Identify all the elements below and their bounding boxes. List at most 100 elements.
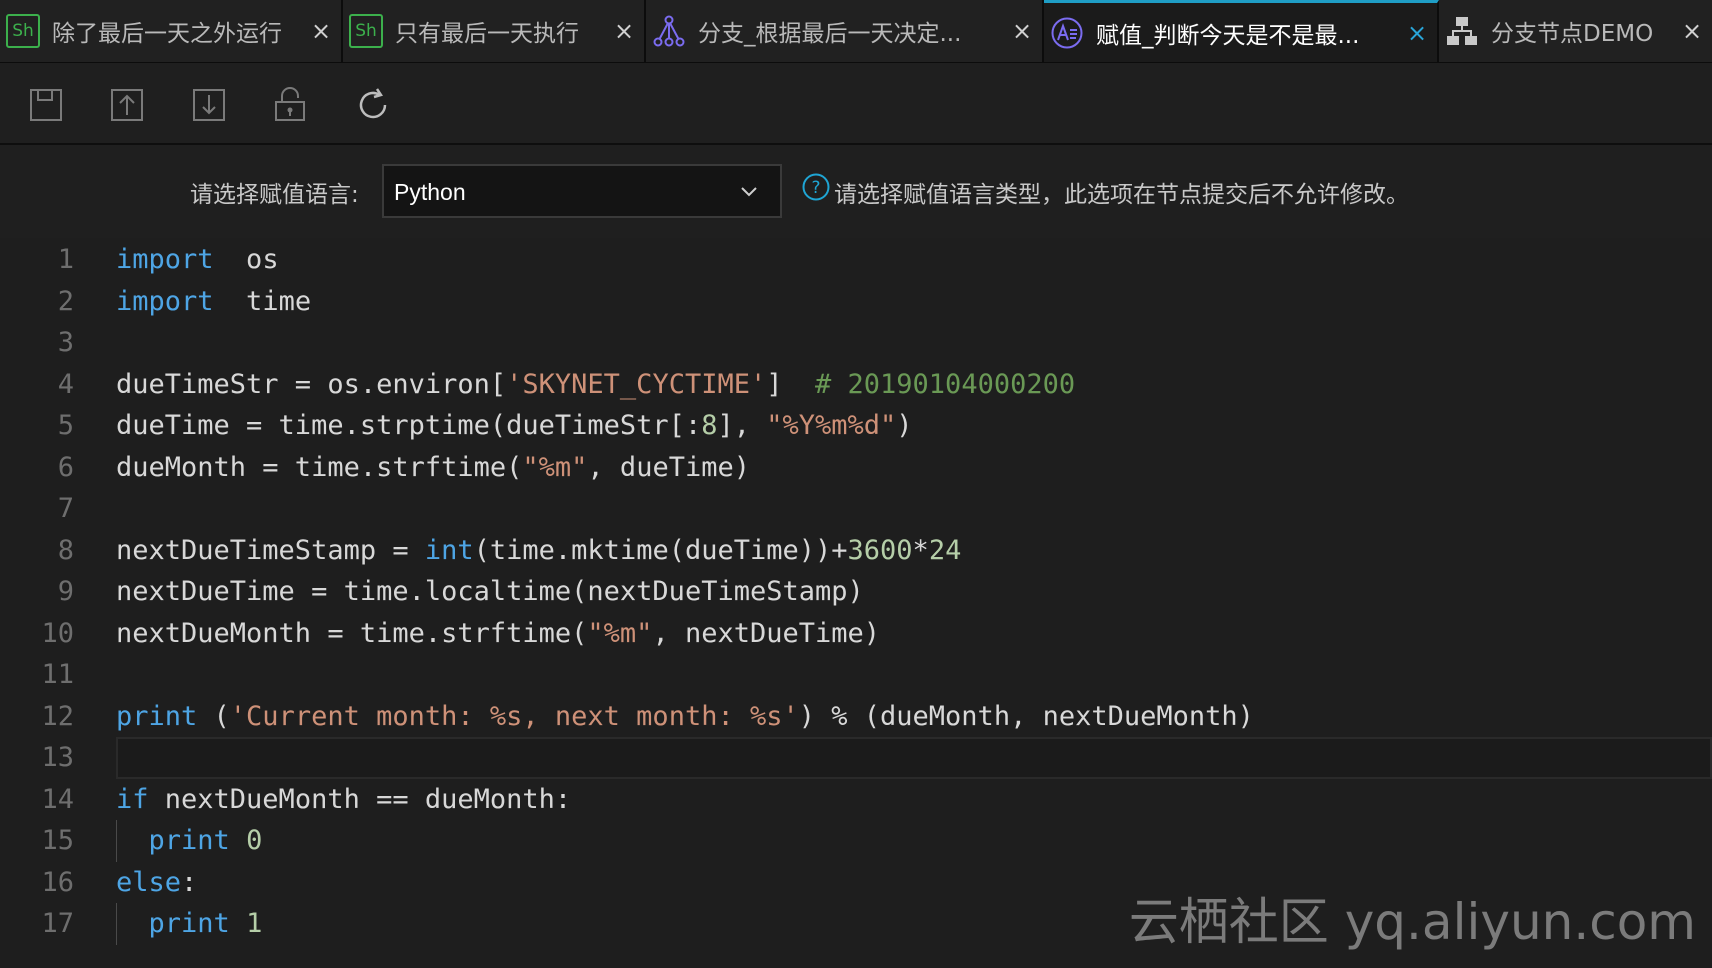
code-line[interactable]: 13 [0, 737, 1712, 779]
code-token: ) % (dueMonth, nextDueMonth) [798, 700, 1254, 732]
hierarchy-icon [1445, 14, 1479, 48]
line-number: 9 [57, 576, 74, 607]
line-code: nextDueTimeStamp = int(time.mktime(dueTi… [116, 530, 961, 572]
code-token: # 20190104000200 [815, 368, 1076, 400]
save-button[interactable] [26, 85, 66, 125]
line-code: print 1 [116, 903, 263, 945]
tab-label: 赋值_判断今天是不是最... [1096, 22, 1360, 49]
code-token: nextDueMonth = time.strftime( [116, 617, 588, 649]
submit-button[interactable] [107, 85, 147, 125]
code-token: 'Current month: %s, next month: %s' [229, 700, 799, 732]
tab-branch-by-last-day[interactable]: 分支_根据最后一天决定... × [646, 0, 1044, 62]
line-number: 5 [57, 410, 74, 441]
code-token: 0 [246, 825, 263, 856]
code-token: "%m" [587, 617, 653, 649]
line-code: print ('Current month: %s, next month: %… [116, 696, 1254, 738]
line-number: 2 [57, 285, 74, 317]
code-line[interactable]: 3 [0, 322, 1712, 364]
line-number: 13 [41, 742, 74, 773]
code-token: else [116, 866, 182, 898]
tab-assignment-active[interactable]: 赋值_判断今天是不是最... × [1044, 0, 1439, 62]
code-token: 3600 [847, 534, 913, 566]
close-icon[interactable]: × [1672, 17, 1712, 45]
code-line[interactable]: 10 nextDueMonth = time.strftime("%m", nex… [0, 613, 1712, 655]
refresh-icon [359, 88, 387, 119]
code-token: ], [717, 410, 767, 441]
line-code: import os [116, 239, 279, 281]
code-editor[interactable]: 1 import os 2 import time 3 4 dueTimeStr = os.… [0, 238, 1712, 968]
code-token: print [148, 908, 230, 939]
code-token: nextDueTimeStamp = [116, 534, 425, 566]
code-token: * [912, 534, 929, 566]
code-token: 'SKYNET_CYCTIME' [506, 368, 767, 400]
code-token: import [116, 285, 214, 317]
language-help-text: 请选择赋值语言类型，此选项在节点提交后不允许修改。 [834, 182, 1409, 208]
code-token: import [116, 244, 214, 275]
current-line-highlight [116, 737, 1712, 779]
code-token: , dueTime) [587, 451, 750, 483]
close-icon[interactable]: × [1002, 17, 1042, 45]
refresh-button[interactable] [353, 85, 393, 125]
code-line[interactable]: 5 dueTime = time.strptime(dueTimeStr[:8],… [0, 405, 1712, 447]
shell-script-icon: Sh [6, 14, 40, 48]
code-token: nextDueMonth == dueMonth: [148, 783, 572, 815]
line-code: nextDueTime = time.localtime(nextDueTime… [116, 571, 864, 613]
tab-run-only-last-day[interactable]: Sh 只有最后一天执行 × [343, 0, 646, 62]
code-token: dueMonth = time.strftime( [116, 451, 523, 483]
code-line[interactable]: 7 [0, 488, 1712, 530]
code-line[interactable]: 2 import time [0, 281, 1712, 323]
close-icon[interactable]: × [604, 17, 644, 45]
language-selected-value: Python [394, 179, 466, 205]
code-token: ] [766, 368, 816, 400]
code-line[interactable]: 8 nextDueTimeStamp = int(time.mktime(dueT… [0, 530, 1712, 572]
unlock-button[interactable] [270, 85, 310, 125]
code-line[interactable]: 4 dueTimeStr = os.environ['SKYNET_CYCTIME… [0, 364, 1712, 406]
language-select[interactable]: Python [382, 164, 782, 218]
shell-script-icon: Sh [349, 14, 383, 48]
svg-text:?: ? [811, 178, 820, 198]
toolbar [0, 63, 1712, 145]
code-line[interactable]: 12 print ('Current month: %s, next month:… [0, 696, 1712, 738]
line-number: 15 [41, 825, 74, 856]
tab-branch-node-demo[interactable]: 分支节点DEMO × [1439, 0, 1712, 62]
watermark: 云栖社区 yq.aliyun.com [1128, 893, 1696, 951]
line-number: 11 [41, 659, 74, 690]
code-line[interactable]: 9 nextDueTime = time.localtime(nextDueTim… [0, 571, 1712, 613]
unlock-icon [275, 87, 305, 121]
code-token: print [148, 825, 230, 856]
line-code: print 0 [116, 820, 263, 862]
code-token: ( [197, 700, 230, 732]
code-token: , nextDueTime) [652, 617, 881, 649]
upload-icon [111, 89, 143, 121]
line-code: dueMonth = time.strftime("%m", dueTime) [116, 447, 750, 489]
code-line[interactable]: 6 dueMonth = time.strftime("%m", dueTime) [0, 447, 1712, 489]
code-token: os [213, 244, 279, 275]
line-number: 14 [41, 783, 74, 815]
close-icon[interactable]: × [301, 17, 341, 45]
code-token: 8 [701, 410, 718, 441]
code-token: print [116, 700, 198, 732]
line-number: 1 [57, 244, 74, 275]
code-line[interactable]: 1 import os [0, 239, 1712, 281]
close-icon[interactable]: × [1397, 19, 1437, 47]
tab-run-except-last-day[interactable]: Sh 除了最后一天之外运行 × [0, 0, 343, 62]
tab-label: 只有最后一天执行 [395, 21, 579, 47]
steal-lock-button[interactable] [189, 85, 229, 125]
language-row: 请选择赋值语言: Python ? 请选择赋值语言类型，此选项在节点提交后不允许… [0, 145, 1712, 238]
code-token: if [116, 783, 149, 815]
code-line[interactable]: 11 [0, 654, 1712, 696]
line-number: 4 [57, 368, 74, 400]
code-line[interactable]: 15 print 0 [0, 820, 1712, 862]
code-token: nextDueTime = time.localtime(nextDueTime… [116, 576, 864, 607]
tab-label: 除了最后一天之外运行 [52, 21, 282, 47]
line-number: 6 [57, 451, 74, 483]
code-line[interactable]: 14 if nextDueMonth == dueMonth: [0, 779, 1712, 821]
code-token: 1 [246, 908, 263, 939]
line-code: else: [116, 862, 197, 904]
help-icon: ? [802, 173, 830, 201]
save-icon [30, 89, 62, 121]
